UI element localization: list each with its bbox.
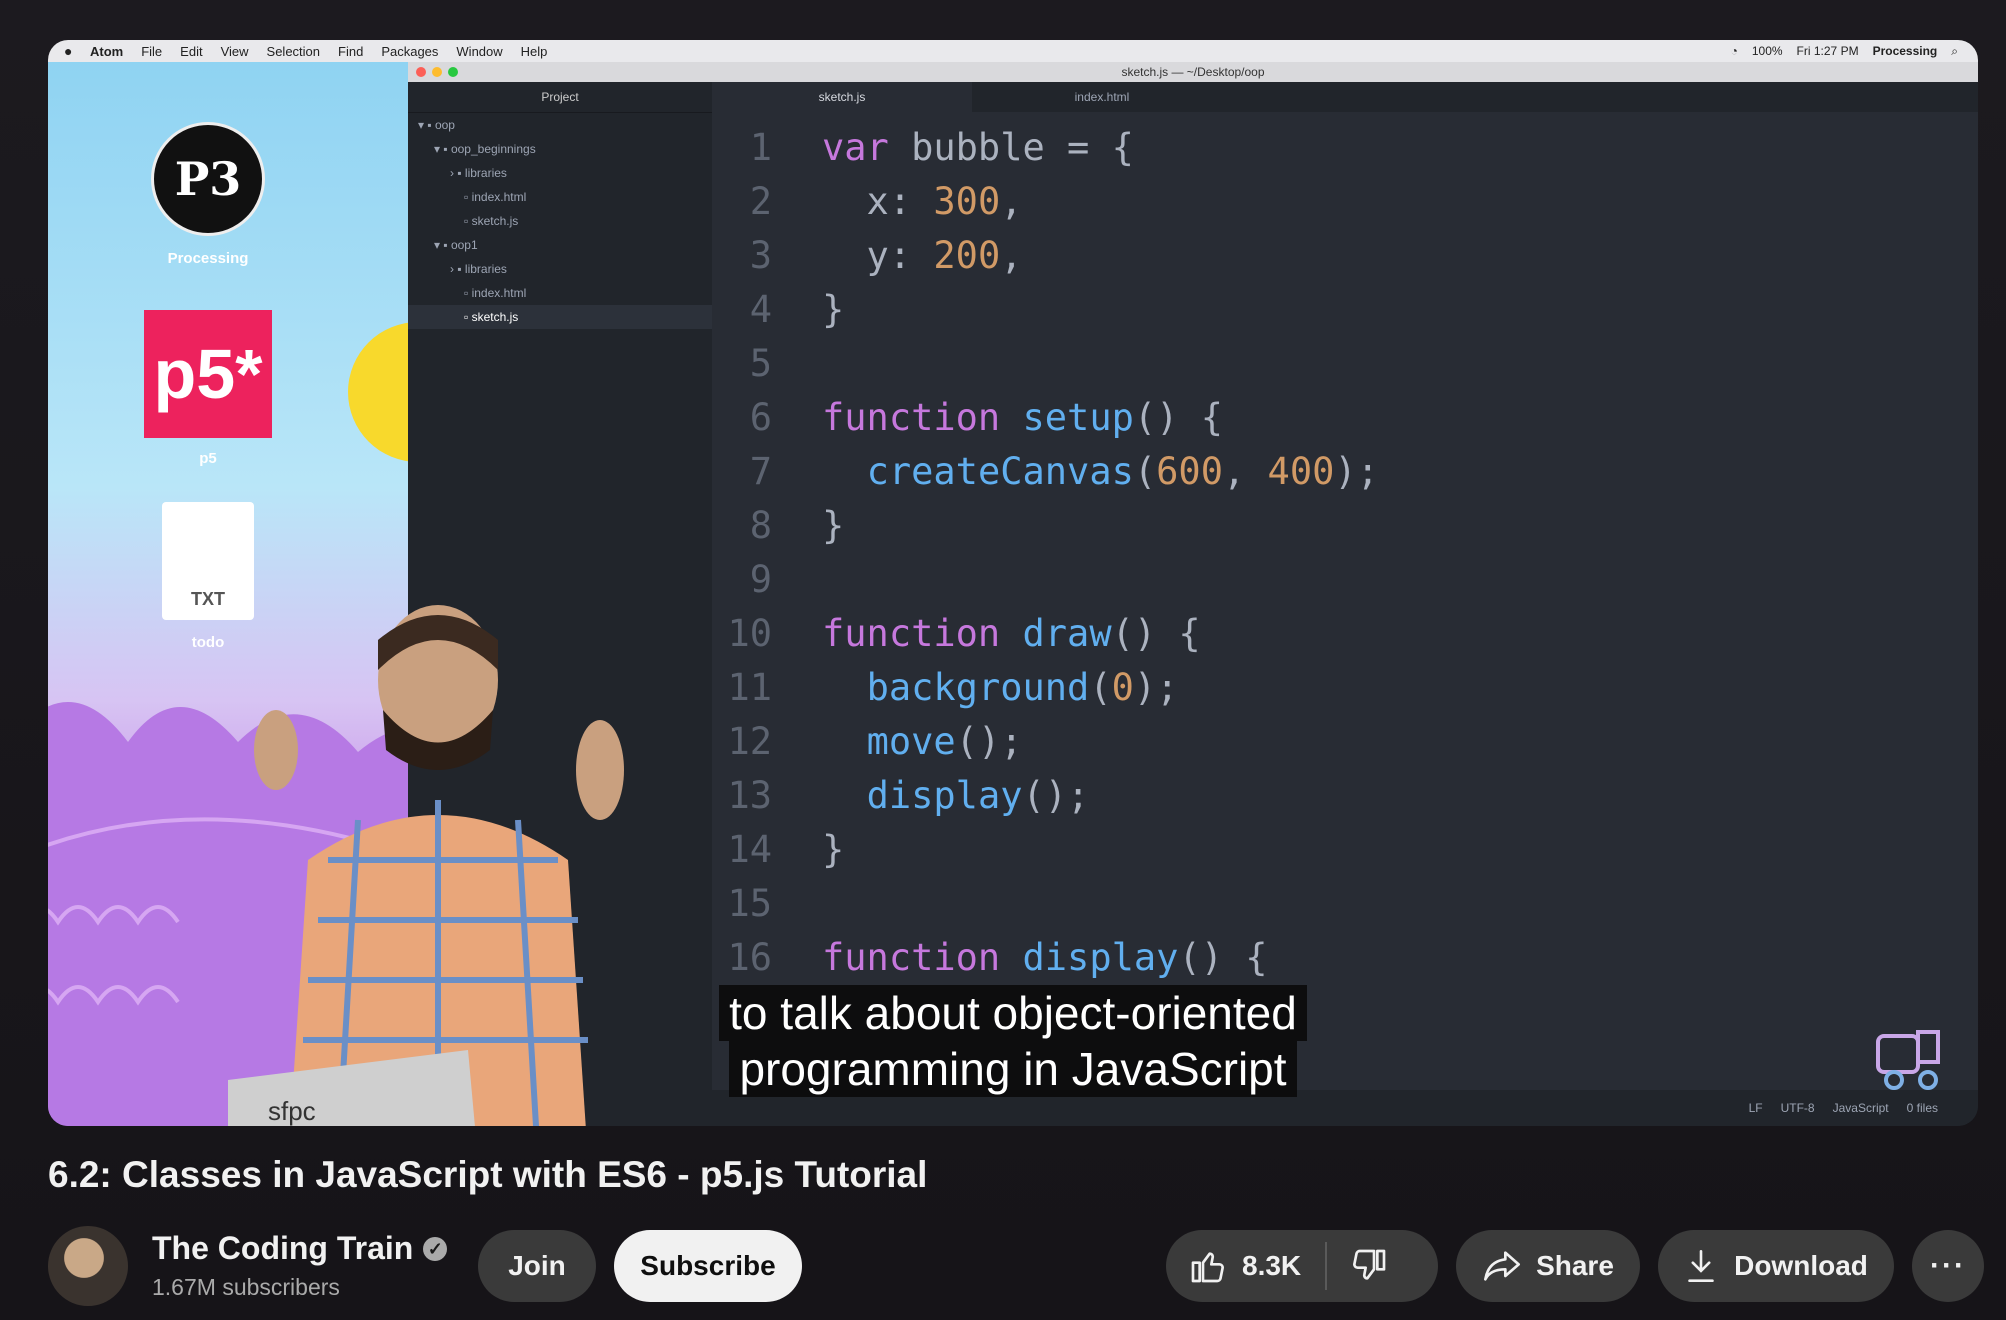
code-line: } bbox=[822, 504, 845, 547]
download-icon bbox=[1684, 1248, 1718, 1284]
desktop-icon-label: p5 bbox=[199, 450, 217, 467]
line-number: 2 bbox=[749, 180, 772, 223]
menu-packages: Packages bbox=[381, 43, 439, 59]
caption-line-1: to talk about object-oriented bbox=[719, 985, 1307, 1041]
tree-item: › ▪ libraries bbox=[450, 262, 507, 276]
thumbs-down-icon[interactable] bbox=[1349, 1246, 1389, 1286]
line-number: 13 bbox=[727, 774, 772, 817]
minimize-dot-icon bbox=[432, 67, 442, 77]
line-number: 14 bbox=[727, 828, 772, 871]
line-number: 3 bbox=[749, 234, 772, 277]
wifi-icon: ◔ bbox=[1730, 44, 1738, 58]
menu-view: View bbox=[220, 43, 249, 59]
closed-caption: to talk about object-oriented programmin… bbox=[48, 985, 1978, 1097]
code-line: } bbox=[822, 828, 845, 871]
like-count[interactable]: 8.3K bbox=[1242, 1250, 1301, 1282]
code-line: display(); bbox=[866, 774, 1090, 817]
desktop-icon-label: Processing bbox=[167, 250, 249, 267]
code-line: createCanvas(600, 400); bbox=[866, 450, 1379, 493]
code-line: function draw() { bbox=[822, 612, 1201, 655]
menu-atom: Atom bbox=[90, 43, 124, 59]
menu-window: Window bbox=[456, 43, 503, 59]
processing-logo-icon: P3 bbox=[151, 122, 265, 236]
code-line: background(0); bbox=[866, 666, 1179, 709]
channel-avatar[interactable] bbox=[48, 1226, 128, 1306]
tab-index-html: index.html bbox=[1074, 90, 1130, 104]
tree-item: ▫ index.html bbox=[464, 190, 527, 204]
video-player[interactable]: ● Atom File Edit View Selection Find Pac… bbox=[48, 40, 1978, 1126]
battery-percent: 100% bbox=[1751, 44, 1783, 58]
code-line: move(); bbox=[866, 720, 1023, 763]
download-label: Download bbox=[1734, 1250, 1868, 1281]
editor-titlebar: sketch.js — ~/Desktop/oop bbox=[408, 62, 1978, 82]
zoom-dot-icon bbox=[448, 67, 458, 77]
line-number: 11 bbox=[727, 666, 772, 709]
spotlight-icon: ⌕ bbox=[1951, 43, 1958, 58]
line-number: 5 bbox=[749, 342, 772, 385]
desktop-icon-p5[interactable]: p5* p5 bbox=[138, 310, 278, 467]
line-number: 7 bbox=[749, 450, 772, 493]
menu-help: Help bbox=[520, 43, 548, 59]
download-button[interactable]: Download bbox=[1658, 1230, 1894, 1302]
share-label: Share bbox=[1536, 1250, 1614, 1281]
divider bbox=[1325, 1242, 1328, 1290]
more-actions-button[interactable]: ··· bbox=[1912, 1230, 1984, 1302]
share-arrow-icon bbox=[1482, 1249, 1522, 1283]
menu-file: File bbox=[141, 43, 163, 59]
code-line: y: 200, bbox=[822, 234, 1023, 277]
apple-icon: ● bbox=[64, 43, 73, 59]
line-number: 12 bbox=[727, 720, 772, 763]
menu-find: Find bbox=[338, 43, 364, 59]
line-number: 10 bbox=[727, 612, 772, 655]
code-line: x: 300, bbox=[822, 180, 1023, 223]
window-controls bbox=[416, 67, 458, 77]
menu-edit: Edit bbox=[180, 43, 203, 59]
tree-item: ▾ ▪ oop1 bbox=[434, 238, 478, 252]
code-line: } bbox=[822, 288, 845, 331]
desktop-icon-processing[interactable]: P3 Processing bbox=[138, 122, 278, 267]
like-dislike-group: 8.3K bbox=[1166, 1230, 1438, 1302]
code-line: var bubble = { bbox=[822, 126, 1134, 169]
mac-menubar: ● Atom File Edit View Selection Find Pac… bbox=[48, 40, 1978, 62]
clock: Fri 1:27 PM bbox=[1796, 44, 1859, 58]
p5-logo-icon: p5* bbox=[144, 310, 272, 438]
channel-name[interactable]: The Coding Train ✓ bbox=[152, 1230, 448, 1267]
tree-item: ▫ index.html bbox=[464, 286, 527, 300]
share-button[interactable]: Share bbox=[1456, 1230, 1640, 1302]
window-title: sketch.js — ~/Desktop/oop bbox=[1121, 65, 1265, 79]
tree-item: ▾ ▪ oop_beginnings bbox=[434, 142, 536, 156]
thumbs-up-icon[interactable] bbox=[1188, 1246, 1228, 1286]
code-line: function display() { bbox=[822, 936, 1268, 979]
tree-item-selected: ▫ sketch.js bbox=[408, 305, 712, 329]
line-number: 16 bbox=[727, 936, 772, 979]
line-number: 9 bbox=[749, 558, 772, 601]
line-number: 1 bbox=[749, 126, 772, 169]
channel-action-row: The Coding Train ✓ 1.67M subscribers Joi… bbox=[48, 1224, 1984, 1308]
tab-sketch-js: sketch.js bbox=[712, 82, 972, 112]
menu-selection: Selection bbox=[266, 43, 321, 59]
line-number: 6 bbox=[749, 396, 772, 439]
subscribe-button[interactable]: Subscribe bbox=[614, 1230, 802, 1302]
editor-tabs: sketch.js index.html bbox=[712, 82, 1978, 112]
line-number: 4 bbox=[749, 288, 772, 331]
line-number: 15 bbox=[727, 882, 772, 925]
menubar-app: Processing bbox=[1872, 44, 1938, 58]
tree-item: ▫ sketch.js bbox=[464, 214, 519, 228]
laptop-sticker: sfpc bbox=[268, 1096, 316, 1126]
subscriber-count: 1.67M subscribers bbox=[152, 1274, 340, 1300]
line-number: 8 bbox=[749, 504, 772, 547]
video-title: 6.2: Classes in JavaScript with ES6 - p5… bbox=[48, 1154, 928, 1195]
code-line: function setup() { bbox=[822, 396, 1223, 439]
verified-check-icon: ✓ bbox=[423, 1236, 448, 1261]
sun-illustration bbox=[348, 322, 408, 462]
code-area: 1 2 3 4 5 6 7 8 9 10 11 12 13 14 15 16 v… bbox=[712, 122, 1978, 1086]
tree-item: ▾ ▪ oop bbox=[418, 118, 455, 132]
join-button[interactable]: Join bbox=[478, 1230, 596, 1302]
tree-item: › ▪ libraries bbox=[450, 166, 507, 180]
caption-line-2: programming in JavaScript bbox=[729, 1041, 1297, 1097]
tree-header: Project bbox=[408, 82, 712, 113]
close-dot-icon bbox=[416, 67, 426, 77]
